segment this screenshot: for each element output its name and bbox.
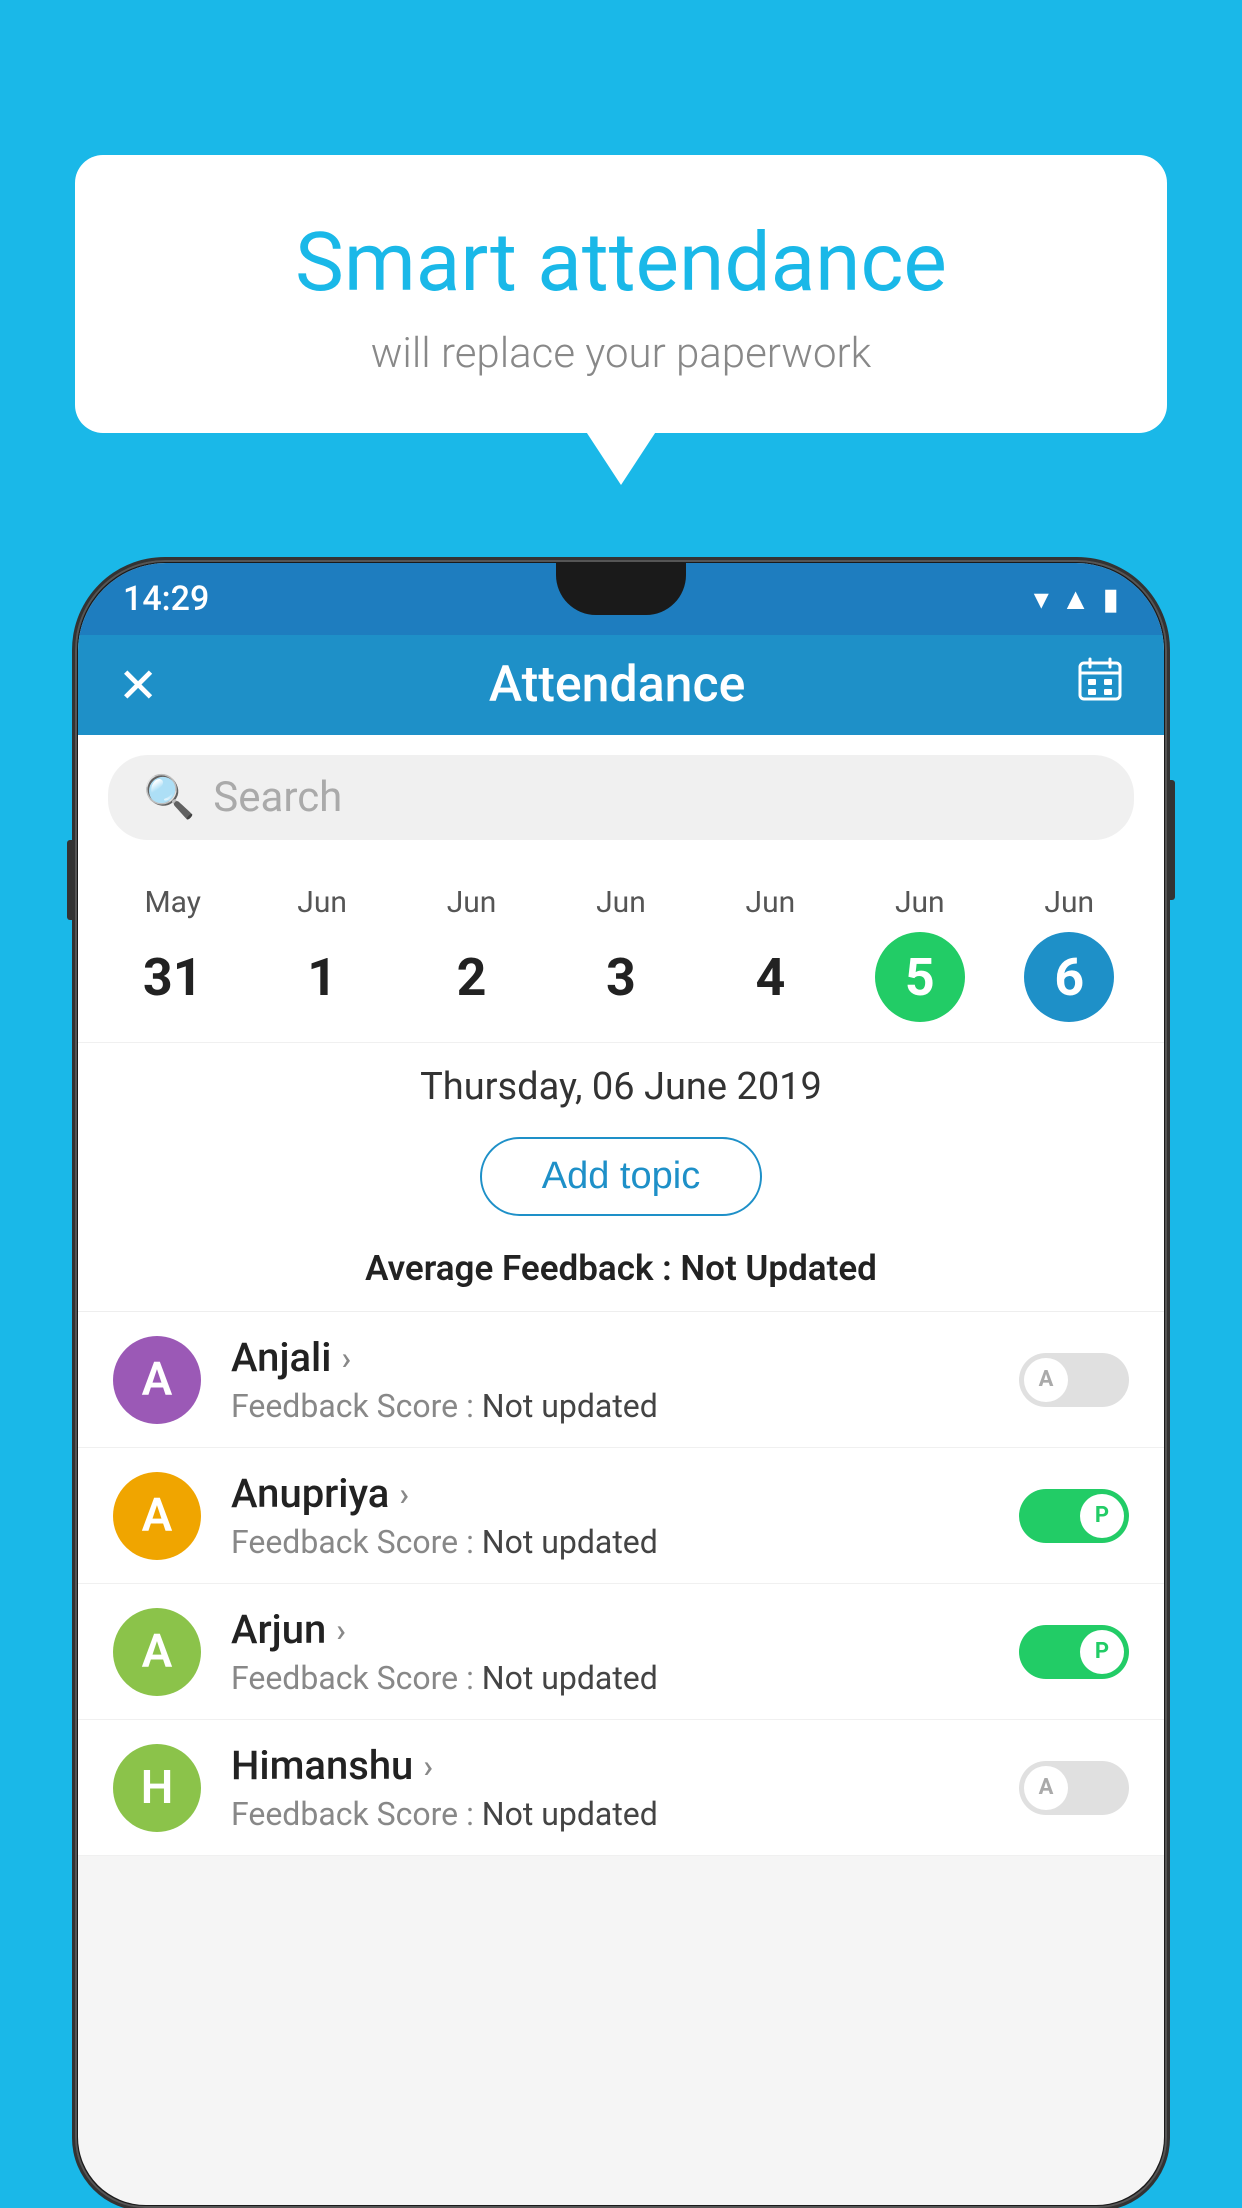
toggle-knob: A: [1024, 1766, 1068, 1810]
student-feedback: Feedback Score : Not updated: [231, 1795, 989, 1833]
student-info: Anjali › Feedback Score : Not updated: [231, 1334, 989, 1425]
student-name[interactable]: Himanshu ›: [231, 1742, 989, 1789]
day-month-label: Jun: [596, 885, 646, 920]
attendance-toggle[interactable]: P: [1019, 1489, 1129, 1543]
student-feedback: Feedback Score : Not updated: [231, 1523, 989, 1561]
speech-bubble: Smart attendance will replace your paper…: [75, 155, 1167, 433]
calendar-days: May 31 Jun 1 Jun 2 Jun 3 Jun 4 Jun 5 Jun 6: [78, 885, 1164, 1022]
day-number-label: 1: [277, 932, 367, 1022]
calendar-day[interactable]: Jun 3: [561, 885, 681, 1022]
bubble-title: Smart attendance: [155, 215, 1087, 311]
status-time: 14:29: [123, 579, 209, 619]
app-bar: ✕ Attendance: [78, 635, 1164, 735]
day-number-label: 2: [427, 932, 517, 1022]
calendar-day[interactable]: May 31: [113, 885, 233, 1022]
wifi-icon: ▾: [1034, 582, 1049, 617]
calendar-day[interactable]: Jun 1: [262, 885, 382, 1022]
student-item: A Anjali › Feedback Score : Not updated A: [78, 1312, 1164, 1448]
app-bar-title: Attendance: [178, 656, 1056, 714]
attendance-toggle-container: P: [1019, 1625, 1129, 1679]
attendance-toggle-container: A: [1019, 1761, 1129, 1815]
avg-feedback-value: Not Updated: [680, 1248, 877, 1289]
toggle-knob: P: [1080, 1630, 1124, 1674]
search-placeholder: Search: [213, 773, 342, 822]
student-info: Arjun › Feedback Score : Not updated: [231, 1606, 989, 1697]
feedback-value: Not updated: [482, 1523, 658, 1561]
close-icon[interactable]: ✕: [118, 657, 158, 714]
attendance-toggle[interactable]: A: [1019, 1353, 1129, 1407]
student-avatar: A: [113, 1608, 201, 1696]
chevron-right-icon: ›: [399, 1475, 409, 1513]
calendar-day[interactable]: Jun 5: [860, 885, 980, 1022]
student-info: Himanshu › Feedback Score : Not updated: [231, 1742, 989, 1833]
feedback-value: Not updated: [482, 1387, 658, 1425]
day-number-label: 3: [576, 932, 666, 1022]
day-month-label: May: [144, 885, 200, 920]
student-info: Anupriya › Feedback Score : Not updated: [231, 1470, 989, 1561]
status-icons: ▾ ▲ ▮: [1034, 582, 1119, 617]
student-feedback: Feedback Score : Not updated: [231, 1659, 989, 1697]
day-month-label: Jun: [447, 885, 497, 920]
phone-power-btn: [1167, 780, 1175, 900]
phone-screen: 14:29 ▾ ▲ ▮ ✕ Attendance: [78, 563, 1164, 2205]
phone-notch: [556, 563, 686, 615]
student-name[interactable]: Anupriya ›: [231, 1470, 989, 1517]
chevron-right-icon: ›: [336, 1611, 346, 1649]
day-number-label: 5: [875, 932, 965, 1022]
student-list: AAnjali ›Feedback Score : Not updatedAAA…: [78, 1312, 1164, 1856]
day-month-label: Jun: [297, 885, 347, 920]
feedback-value: Not updated: [482, 1795, 658, 1833]
day-number-label: 6: [1024, 932, 1114, 1022]
phone-frame: 14:29 ▾ ▲ ▮ ✕ Attendance: [75, 560, 1167, 2208]
student-item: A Anupriya › Feedback Score : Not updated P: [78, 1448, 1164, 1584]
signal-icon: ▲: [1061, 582, 1091, 617]
chevron-right-icon: ›: [341, 1339, 351, 1377]
add-topic-button[interactable]: Add topic: [480, 1137, 762, 1216]
day-month-label: Jun: [1044, 885, 1094, 920]
search-container: 🔍 Search: [78, 735, 1164, 860]
add-topic-container: Add topic: [78, 1127, 1164, 1238]
avg-feedback: Average Feedback : Not Updated: [78, 1238, 1164, 1312]
feedback-value: Not updated: [482, 1659, 658, 1697]
student-name[interactable]: Anjali ›: [231, 1334, 989, 1381]
phone-volume-btn: [67, 840, 75, 920]
attendance-toggle-container: P: [1019, 1489, 1129, 1543]
calendar-day[interactable]: Jun 2: [412, 885, 532, 1022]
calendar-icon[interactable]: [1076, 655, 1124, 715]
avg-feedback-label: Average Feedback :: [365, 1248, 672, 1289]
toggle-knob: P: [1080, 1494, 1124, 1538]
search-icon: 🔍: [143, 773, 195, 822]
day-month-label: Jun: [895, 885, 945, 920]
selected-date: Thursday, 06 June 2019: [78, 1042, 1164, 1127]
attendance-toggle-container: A: [1019, 1353, 1129, 1407]
toggle-knob: A: [1024, 1358, 1068, 1402]
student-avatar: A: [113, 1336, 201, 1424]
student-name[interactable]: Arjun ›: [231, 1606, 989, 1653]
chevron-right-icon: ›: [423, 1747, 433, 1785]
calendar-day[interactable]: Jun 4: [710, 885, 830, 1022]
day-number-label: 31: [128, 932, 218, 1022]
speech-bubble-container: Smart attendance will replace your paper…: [75, 155, 1167, 433]
day-number-label: 4: [725, 932, 815, 1022]
student-feedback: Feedback Score : Not updated: [231, 1387, 989, 1425]
attendance-toggle[interactable]: A: [1019, 1761, 1129, 1815]
search-bar[interactable]: 🔍 Search: [108, 755, 1134, 840]
calendar-day[interactable]: Jun 6: [1009, 885, 1129, 1022]
battery-icon: ▮: [1102, 582, 1119, 617]
calendar-strip: May 31 Jun 1 Jun 2 Jun 3 Jun 4 Jun 5 Jun 6: [78, 860, 1164, 1042]
student-avatar: A: [113, 1472, 201, 1560]
attendance-toggle[interactable]: P: [1019, 1625, 1129, 1679]
day-month-label: Jun: [746, 885, 796, 920]
student-item: H Himanshu › Feedback Score : Not updated A: [78, 1720, 1164, 1856]
student-avatar: H: [113, 1744, 201, 1832]
bubble-subtitle: will replace your paperwork: [155, 329, 1087, 378]
student-item: A Arjun › Feedback Score : Not updated P: [78, 1584, 1164, 1720]
